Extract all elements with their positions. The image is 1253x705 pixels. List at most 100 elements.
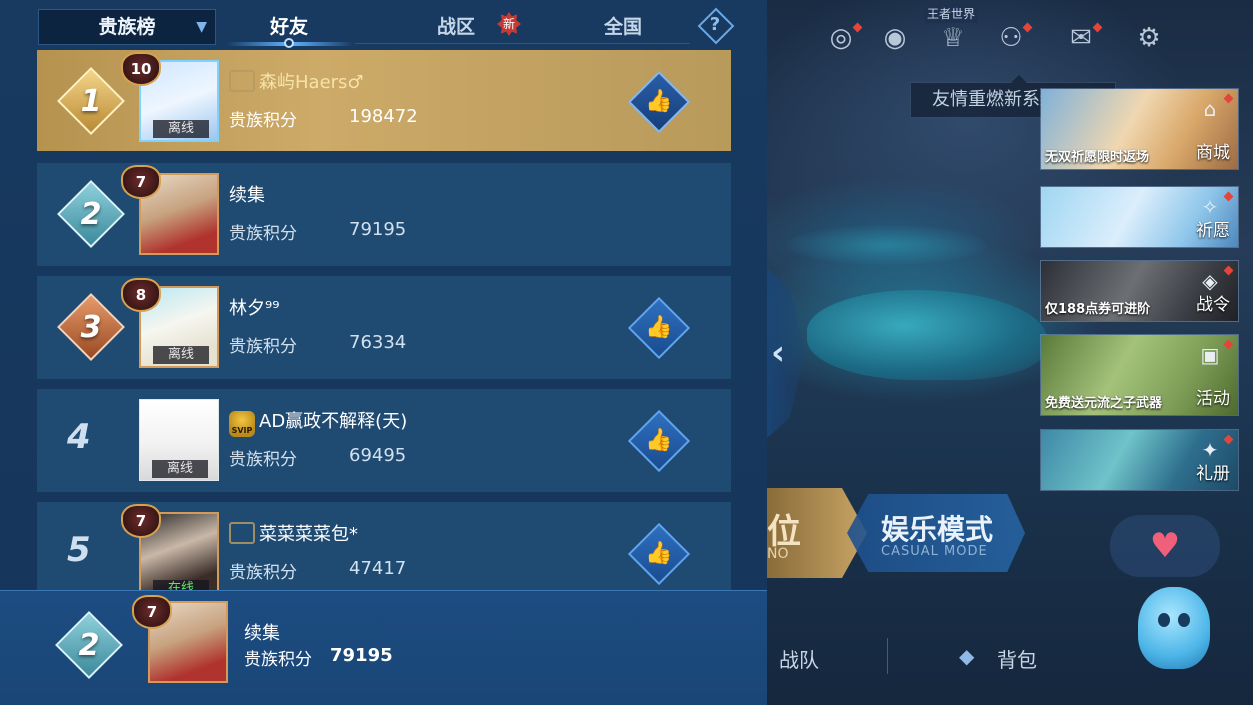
menu-card-gift-book[interactable]: ✦ 礼册 xyxy=(1040,429,1239,491)
heart-icon: ♥ xyxy=(1110,515,1220,577)
team-nav-item[interactable]: 战队 xyxy=(779,644,819,673)
thumbs-up-icon: 👍 xyxy=(645,89,673,114)
status-label: 离线 xyxy=(153,346,209,364)
friends-icon[interactable]: ⚇ xyxy=(993,20,1033,56)
score-label: 贵族积分 xyxy=(244,650,312,670)
tab-zone[interactable]: 战区 xyxy=(437,12,475,39)
player-name: 林夕⁹⁹ xyxy=(229,298,280,319)
menu-card-label: 礼册 xyxy=(1196,464,1230,484)
score-label: 贵族积分 xyxy=(229,224,297,244)
score-value: 79195 xyxy=(330,645,393,666)
leaderboard-row[interactable]: 4 离线 SVIP AD赢政不解释(天) 贵族积分 69495 👍 xyxy=(37,389,731,492)
menu-card-events[interactable]: ▣ 免费送元流之子武器 活动 xyxy=(1040,334,1239,416)
background-whale xyxy=(807,290,1047,380)
score-label: 贵族积分 xyxy=(229,563,297,583)
casual-mode-title: 娱乐模式 xyxy=(881,513,994,546)
eye-icon[interactable]: ◉ xyxy=(877,20,913,56)
rank-number: 1 xyxy=(80,83,102,119)
score-value: 76334 xyxy=(349,332,407,353)
menu-card-label: 活动 xyxy=(1196,389,1230,409)
gear-icon[interactable]: ⚙ xyxy=(1131,20,1167,56)
leaderboard-row[interactable]: 2 7 续集 贵族积分 79195 xyxy=(37,163,731,266)
target-icon[interactable]: ◎ xyxy=(823,20,863,56)
leaderboard-tabs: 贵族榜 ▼ 好友 战区 新 全国 ? xyxy=(0,0,767,50)
rank-badge-bronze: 3 xyxy=(57,293,125,361)
leaderboard-row[interactable]: 5 在线 7 菜菜菜菜包* 贵族积分 47417 👍 xyxy=(37,502,731,590)
thumbs-up-icon: 👍 xyxy=(645,315,673,340)
like-button[interactable]: 👍 xyxy=(627,522,691,586)
world-label[interactable]: 王者世界 xyxy=(924,4,979,23)
noble-level-badge: 7 xyxy=(132,595,172,629)
status-label: 离线 xyxy=(152,460,208,478)
tab-divider xyxy=(355,43,690,44)
trophy-icon[interactable]: ♕ xyxy=(935,20,971,56)
bag-icon: ◆ xyxy=(959,644,975,668)
score-value: 79195 xyxy=(349,219,407,240)
player-name-wrap: SVIP AD赢政不解释(天) xyxy=(229,407,407,437)
menu-card-wish[interactable]: ✧ 祈愿 xyxy=(1040,186,1239,248)
mail-icon[interactable]: ✉ xyxy=(1063,20,1103,56)
casual-mode-subtitle: CASUAL MODE xyxy=(881,544,988,559)
player-name-wrap: 菜菜菜菜包* xyxy=(229,520,358,546)
score-value: 69495 xyxy=(349,445,407,466)
player-name: 菜菜菜菜包* xyxy=(259,524,358,545)
tab-nation[interactable]: 全国 xyxy=(604,12,642,39)
noble-level-badge: 8 xyxy=(121,278,161,312)
status-label: 离线 xyxy=(153,120,209,138)
leaderboard-row[interactable]: 1 离线 10 森屿Haers♂ 贵族积分 198472 👍 xyxy=(37,50,731,151)
chevron-down-icon: ▼ xyxy=(196,19,207,35)
rank-number: 2 xyxy=(80,196,102,232)
mascot-assistant[interactable]: ♥ xyxy=(1110,515,1240,695)
noble-frame-icon xyxy=(229,522,255,544)
menu-card-label: 战令 xyxy=(1196,295,1230,315)
gift-box-icon: ▣ xyxy=(1200,343,1220,367)
noble-level-badge: 7 xyxy=(121,504,161,538)
player-name: AD赢政不解释(天) xyxy=(259,411,408,432)
player-name-wrap: 森屿Haers♂ xyxy=(229,68,364,94)
top-icon-bar: ◎ ◉ ♕ ⚇ ✉ ⚙ xyxy=(767,0,1253,80)
thumbs-up-icon: 👍 xyxy=(645,541,673,566)
rank-number: 2 xyxy=(78,627,100,663)
dropdown-label: 贵族榜 xyxy=(98,16,156,38)
player-name: 续集 xyxy=(229,185,265,206)
rank-number: 4 xyxy=(67,417,91,457)
menu-card-battle-pass[interactable]: ◈ 仅188点券可进阶 战令 xyxy=(1040,260,1239,322)
ranked-mode-subtitle: NO xyxy=(767,546,789,562)
mascot-eye xyxy=(1158,613,1170,627)
bottom-nav: 战队 ◆ 背包 xyxy=(767,630,1127,690)
shop-icon: ⌂ xyxy=(1203,97,1217,121)
mascot-eye xyxy=(1178,613,1190,627)
tab-friends[interactable]: 好友 xyxy=(270,12,308,39)
my-rank-bar: 2 7 续集 贵族积分 79195 xyxy=(0,590,767,705)
leaderboard-row[interactable]: 3 离线 8 林夕⁹⁹ 贵族积分 76334 👍 xyxy=(37,276,731,379)
noble-level-badge: 7 xyxy=(121,165,161,199)
like-button[interactable]: 👍 xyxy=(627,296,691,360)
rank-badge-gold: 1 xyxy=(57,67,125,135)
nav-divider xyxy=(887,638,888,674)
menu-card-label: 祈愿 xyxy=(1196,221,1230,241)
leaderboard-panel: 贵族榜 ▼ 好友 战区 新 全国 ? 1 离线 10 森屿Haers♂ 贵族积分… xyxy=(0,0,767,705)
thumbs-up-icon: 👍 xyxy=(645,428,673,453)
help-icon[interactable]: ? xyxy=(700,10,730,40)
leaderboard-type-dropdown[interactable]: 贵族榜 ▼ xyxy=(38,9,216,45)
mascot-robot xyxy=(1138,587,1210,669)
new-badge: 新 xyxy=(497,12,521,36)
rank-number: 5 xyxy=(67,530,91,570)
casual-mode-button[interactable]: 娱乐模式 CASUAL MODE xyxy=(847,494,1025,572)
status-label: 在线 xyxy=(153,580,209,590)
player-name: 森屿Haers♂ xyxy=(259,72,364,93)
rank-badge-silver: 2 xyxy=(55,611,123,679)
noble-frame-icon xyxy=(229,70,255,92)
score-label: 贵族积分 xyxy=(229,337,297,357)
menu-card-caption: 无双祈愿限时返场 xyxy=(1045,150,1150,165)
like-button[interactable]: 👍 xyxy=(627,409,691,473)
menu-card-shop[interactable]: ⌂ 无双祈愿限时返场 商城 xyxy=(1040,88,1239,170)
rank-number: 3 xyxy=(80,309,102,345)
like-button[interactable]: 👍 xyxy=(627,70,691,134)
avatar[interactable]: 离线 xyxy=(139,399,219,481)
active-tab-indicator xyxy=(284,38,294,48)
bag-nav-item[interactable]: 背包 xyxy=(997,644,1037,673)
menu-card-caption: 免费送元流之子武器 xyxy=(1045,396,1163,411)
game-mode-buttons: 位 NO 娱乐模式 CASUAL MODE xyxy=(767,488,1025,578)
score-value: 47417 xyxy=(349,558,407,579)
